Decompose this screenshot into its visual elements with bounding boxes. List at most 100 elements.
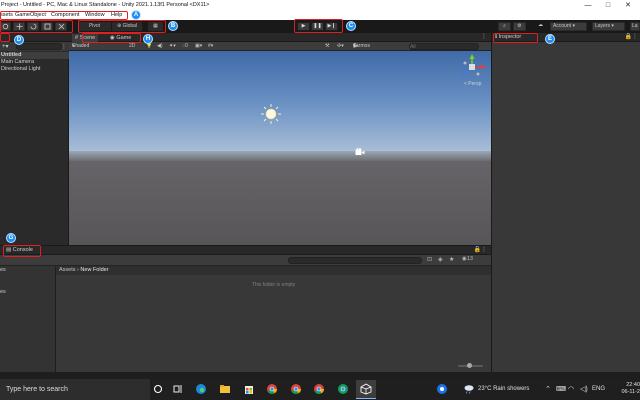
camera-settings-icon[interactable]: ▣▾: [195, 42, 202, 51]
hierarchy-tab[interactable]: [0, 33, 69, 42]
console-tab-highlight-box: [3, 245, 41, 257]
chrome-profile-4-icon[interactable]: [337, 383, 349, 395]
menu-highlight-box: [0, 11, 128, 20]
weather-text[interactable]: 23°C Rain showers: [478, 379, 529, 400]
tree-item-packages[interactable]: es: [0, 289, 6, 295]
orientation-gizmo-icon[interactable]: [456, 53, 488, 81]
chrome-profile-3-icon[interactable]: [313, 383, 325, 395]
marker-a: A: [131, 10, 141, 20]
horizon: [69, 151, 491, 161]
mode-2d-toggle[interactable]: 2D: [129, 42, 135, 51]
effects-icon[interactable]: ✦▾: [169, 42, 176, 51]
scene-toolbar: Shaded ▾ 2D 💡 ◀) ✦▾ ◌0 ▣▾ #▾ ⚒ ✣▾ ▮▸ Giz…: [69, 42, 491, 51]
add-icon[interactable]: +▾: [2, 43, 9, 50]
volume-icon[interactable]: ◁): [580, 379, 588, 400]
filter-type-icon[interactable]: ⊡: [427, 256, 432, 263]
scene-view-panel: # Scene ◉ Game ⋮ Shaded ▾ 2D 💡 ◀) ✦▾ ◌0 …: [69, 33, 491, 245]
console-project-panel: ▤ Console 🔒⋮ ⊡ ◈ ★ ◉13 es es Assets › Ne…: [0, 245, 491, 373]
tools-highlight-box: [0, 20, 73, 33]
account-label: Account: [553, 23, 572, 29]
chrome-icon[interactable]: [266, 383, 278, 395]
inspector-tab-highlight-box: [493, 33, 538, 43]
hierarchy-item-directional-light[interactable]: Directional Light: [0, 66, 40, 73]
task-view-icon[interactable]: [172, 383, 184, 395]
layout-label: La: [632, 23, 638, 29]
hierarchy-scene-untitled[interactable]: Untitled: [0, 52, 69, 59]
scene-tab-icon: #: [75, 35, 79, 41]
scene-game-tabs-highlight-box: [82, 33, 141, 43]
marker-e: E: [545, 34, 555, 44]
projection-label[interactable]: < Persp: [464, 81, 481, 87]
console-tab-row: ▤ Console 🔒⋮: [0, 246, 491, 255]
layers-label: Layers: [595, 23, 611, 29]
main-camera-icon[interactable]: [355, 148, 365, 156]
tools-icon[interactable]: ⚒: [325, 42, 329, 51]
account-dropdown[interactable]: Account ▾: [550, 22, 587, 31]
taskbar-search-placeholder: Type here to search: [6, 386, 68, 393]
minimize-button[interactable]: —: [578, 0, 598, 11]
shading-mode-dropdown[interactable]: Shaded ▾: [72, 42, 89, 51]
favorite-icon[interactable]: ★: [449, 256, 454, 263]
google-chrome-pinned-icon[interactable]: [436, 383, 448, 395]
windows-taskbar: Type here to search 23°C Rain showers ⌃ …: [0, 379, 640, 400]
hierarchy-search-input[interactable]: [16, 43, 62, 50]
chrome-profile-2-icon[interactable]: [290, 383, 302, 395]
breadcrumb-separator: ›: [77, 267, 79, 273]
clock[interactable]: 22:40 06-11-2: [612, 382, 640, 396]
inspector-lock-icon[interactable]: 🔒⋮: [625, 33, 638, 40]
scene-menu-icon[interactable]: ⋮: [481, 33, 487, 40]
skybox: [69, 51, 491, 151]
scene-search-input[interactable]: [409, 43, 479, 50]
play-controls-highlight-box: [294, 19, 343, 33]
edge-icon[interactable]: [195, 383, 207, 395]
tray-overflow-icon[interactable]: ⌃: [545, 379, 551, 400]
console-menu-icon[interactable]: 🔒⋮: [474, 246, 487, 253]
search-icon[interactable]: ⌕: [498, 22, 511, 31]
maximize-button[interactable]: □: [598, 0, 618, 11]
store-icon[interactable]: [243, 383, 255, 395]
hidden-objects-icon[interactable]: ◌0: [182, 42, 188, 51]
network-icon[interactable]: ⌨: [556, 379, 566, 400]
marker-h: H: [143, 34, 153, 44]
marker-c: C: [346, 21, 356, 31]
weather-rain-icon[interactable]: [463, 383, 475, 395]
audio-icon[interactable]: ◀): [157, 42, 163, 51]
breadcrumb-new-folder[interactable]: New Folder: [80, 267, 108, 273]
unity-taskbar-item[interactable]: [356, 380, 376, 399]
hierarchy-item-main-camera[interactable]: Main Camera: [0, 59, 34, 66]
cloud-icon[interactable]: ☁: [534, 22, 547, 31]
project-folder-tree: es es: [0, 266, 56, 373]
wifi-icon[interactable]: ◠: [568, 379, 574, 400]
grid-icon[interactable]: #▾: [208, 42, 213, 51]
directional-light-icon[interactable]: [260, 103, 282, 125]
file-explorer-icon[interactable]: [219, 383, 231, 395]
breadcrumb: Assets › New Folder: [56, 266, 491, 275]
close-button[interactable]: ✕: [618, 0, 638, 11]
hierarchy-panel: +▾ Untitled Main Camera Directional Ligh…: [0, 33, 69, 245]
status-bar: [0, 372, 640, 379]
clock-date: 06-11-2: [621, 389, 640, 395]
breadcrumb-assets[interactable]: Assets: [59, 267, 76, 273]
layers-dropdown[interactable]: Layers ▾: [592, 22, 625, 31]
hierarchy-menu-icon[interactable]: ⋮: [61, 43, 67, 50]
gizmos-dropdown[interactable]: ▮▸ Gizmos ▾: [353, 42, 370, 51]
hidden-count[interactable]: ◉13: [462, 256, 473, 262]
marker-d: D: [14, 35, 24, 45]
marker-g: G: [6, 233, 16, 243]
collab-icon[interactable]: ⚙: [513, 22, 526, 31]
input-language[interactable]: ENG: [592, 379, 605, 400]
project-toolbar: ⊡ ◈ ★ ◉13: [0, 255, 491, 266]
taskbar-search-box[interactable]: Type here to search: [0, 379, 150, 400]
clock-time: 22:40: [626, 382, 640, 388]
draw-mode-icon[interactable]: ✣▾: [337, 42, 344, 51]
tree-item-favorites[interactable]: es: [0, 267, 6, 273]
filter-label-icon[interactable]: ◈: [438, 256, 443, 263]
hierarchy-tab-highlight-box: [0, 33, 10, 42]
project-search-input[interactable]: [288, 257, 422, 264]
layout-dropdown[interactable]: La: [630, 22, 640, 31]
cortana-icon[interactable]: [152, 383, 164, 395]
unity-icon: [360, 383, 372, 395]
icon-size-slider-handle[interactable]: [467, 363, 472, 368]
ground-plane: [69, 161, 491, 245]
hierarchy-search-row: +▾: [0, 42, 69, 51]
